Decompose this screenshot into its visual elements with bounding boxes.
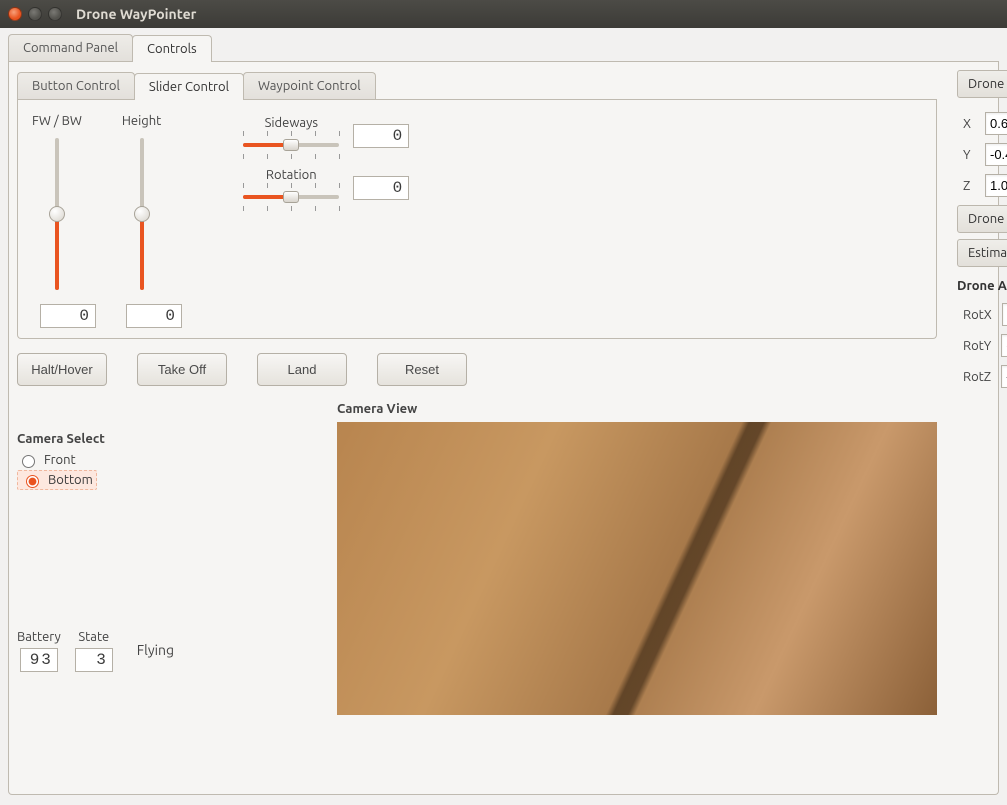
camera-bottom-label: Bottom [48,473,93,487]
app-window: Drone WayPointer Command Panel Controls … [0,0,1007,805]
sideways-slider[interactable] [241,134,341,156]
height-label: Height [122,114,161,128]
land-button[interactable]: Land [257,353,347,386]
window-controls [8,7,62,21]
camera-view-group: Camera View [337,402,937,715]
estimated-pose-fields: X Y Z [957,104,1007,199]
rotz-field[interactable] [1001,365,1007,388]
pose-y-field[interactable] [985,143,1007,166]
roty-field[interactable] [1001,334,1007,357]
fwbw-label: FW / BW [32,114,82,128]
slider-control-panel: FW / BW Height [17,100,937,339]
action-buttons: Halt/Hover Take Off Land Reset [17,353,937,386]
content-area: Command Panel Controls Button Control Sl… [0,28,1007,805]
height-slider-group: Height [122,114,161,294]
battery-value: 93 [20,648,58,672]
rotx-field[interactable] [1002,303,1007,326]
state-value: 3 [75,648,113,672]
top-tabbar: Command Panel Controls [8,34,999,62]
height-slider[interactable] [131,134,153,294]
pose-z-field[interactable] [985,174,1007,197]
battery-label: Battery [17,630,61,644]
roty-label: RotY [963,339,991,353]
right-column: Drone Estimated Pose X Y Z Drone [957,70,1007,786]
minimize-icon[interactable] [28,7,42,21]
pose-y-label: Y [963,148,975,162]
fwbw-readout: 0 [40,304,96,328]
battery-state-group: Battery 93 State 3 Flying [17,630,337,672]
fwbw-slider-group: FW / BW [32,114,82,294]
camera-view-image [337,422,937,715]
camera-select-header: Camera Select [17,432,337,446]
take-off-button[interactable]: Take Off [137,353,227,386]
attitude-fields: RotX RotY RotZ [957,303,1007,390]
camera-front-input[interactable] [22,455,35,468]
close-icon[interactable] [8,7,22,21]
fwbw-slider[interactable] [46,134,68,294]
camera-front-label: Front [44,453,76,467]
attitude-header: Drone Attitude [957,279,1007,293]
state-text: Flying [137,642,174,660]
maximize-icon[interactable] [48,7,62,21]
pose-z-label: Z [963,179,975,193]
pose-x-label: X [963,117,975,131]
camera-bottom-input[interactable] [26,475,39,488]
estimated-pose-header[interactable]: Drone Estimated Pose [957,70,1007,98]
sideways-label: Sideways [265,116,318,130]
rotz-label: RotZ [963,370,991,384]
subtab-button-control[interactable]: Button Control [17,72,135,99]
camera-view-label: Camera View [337,402,937,416]
real-pose-header[interactable]: Drone Real Pose [957,205,1007,233]
left-column: Button Control Slider Control Waypoint C… [17,70,937,786]
controls-panel: Button Control Slider Control Waypoint C… [8,62,999,795]
halt-hover-button[interactable]: Halt/Hover [17,353,107,386]
pose-x-field[interactable] [985,112,1007,135]
subtab-slider-control[interactable]: Slider Control [134,73,244,100]
rotation-readout: 0 [353,176,409,200]
horizontal-sliders: Sideways [241,116,409,208]
tab-command-panel[interactable]: Command Panel [8,34,133,61]
camera-front-radio[interactable]: Front [17,450,337,470]
camera-bottom-radio[interactable]: Bottom [17,470,97,490]
reset-button[interactable]: Reset [377,353,467,386]
titlebar: Drone WayPointer [0,0,1007,28]
sub-tabbar: Button Control Slider Control Waypoint C… [17,72,937,100]
rotx-label: RotX [963,308,992,322]
tab-controls[interactable]: Controls [132,35,212,62]
height-readout: 0 [126,304,182,328]
subtab-waypoint-control[interactable]: Waypoint Control [243,72,376,99]
camera-select-group: Camera Select Front Bottom [17,432,337,490]
rotation-label: Rotation [266,168,317,182]
sideways-readout: 0 [353,124,409,148]
estimation-error-header[interactable]: Estimation Error [957,239,1007,267]
state-label: State [78,630,109,644]
window-title: Drone WayPointer [76,6,196,22]
rotation-slider[interactable] [241,186,341,208]
